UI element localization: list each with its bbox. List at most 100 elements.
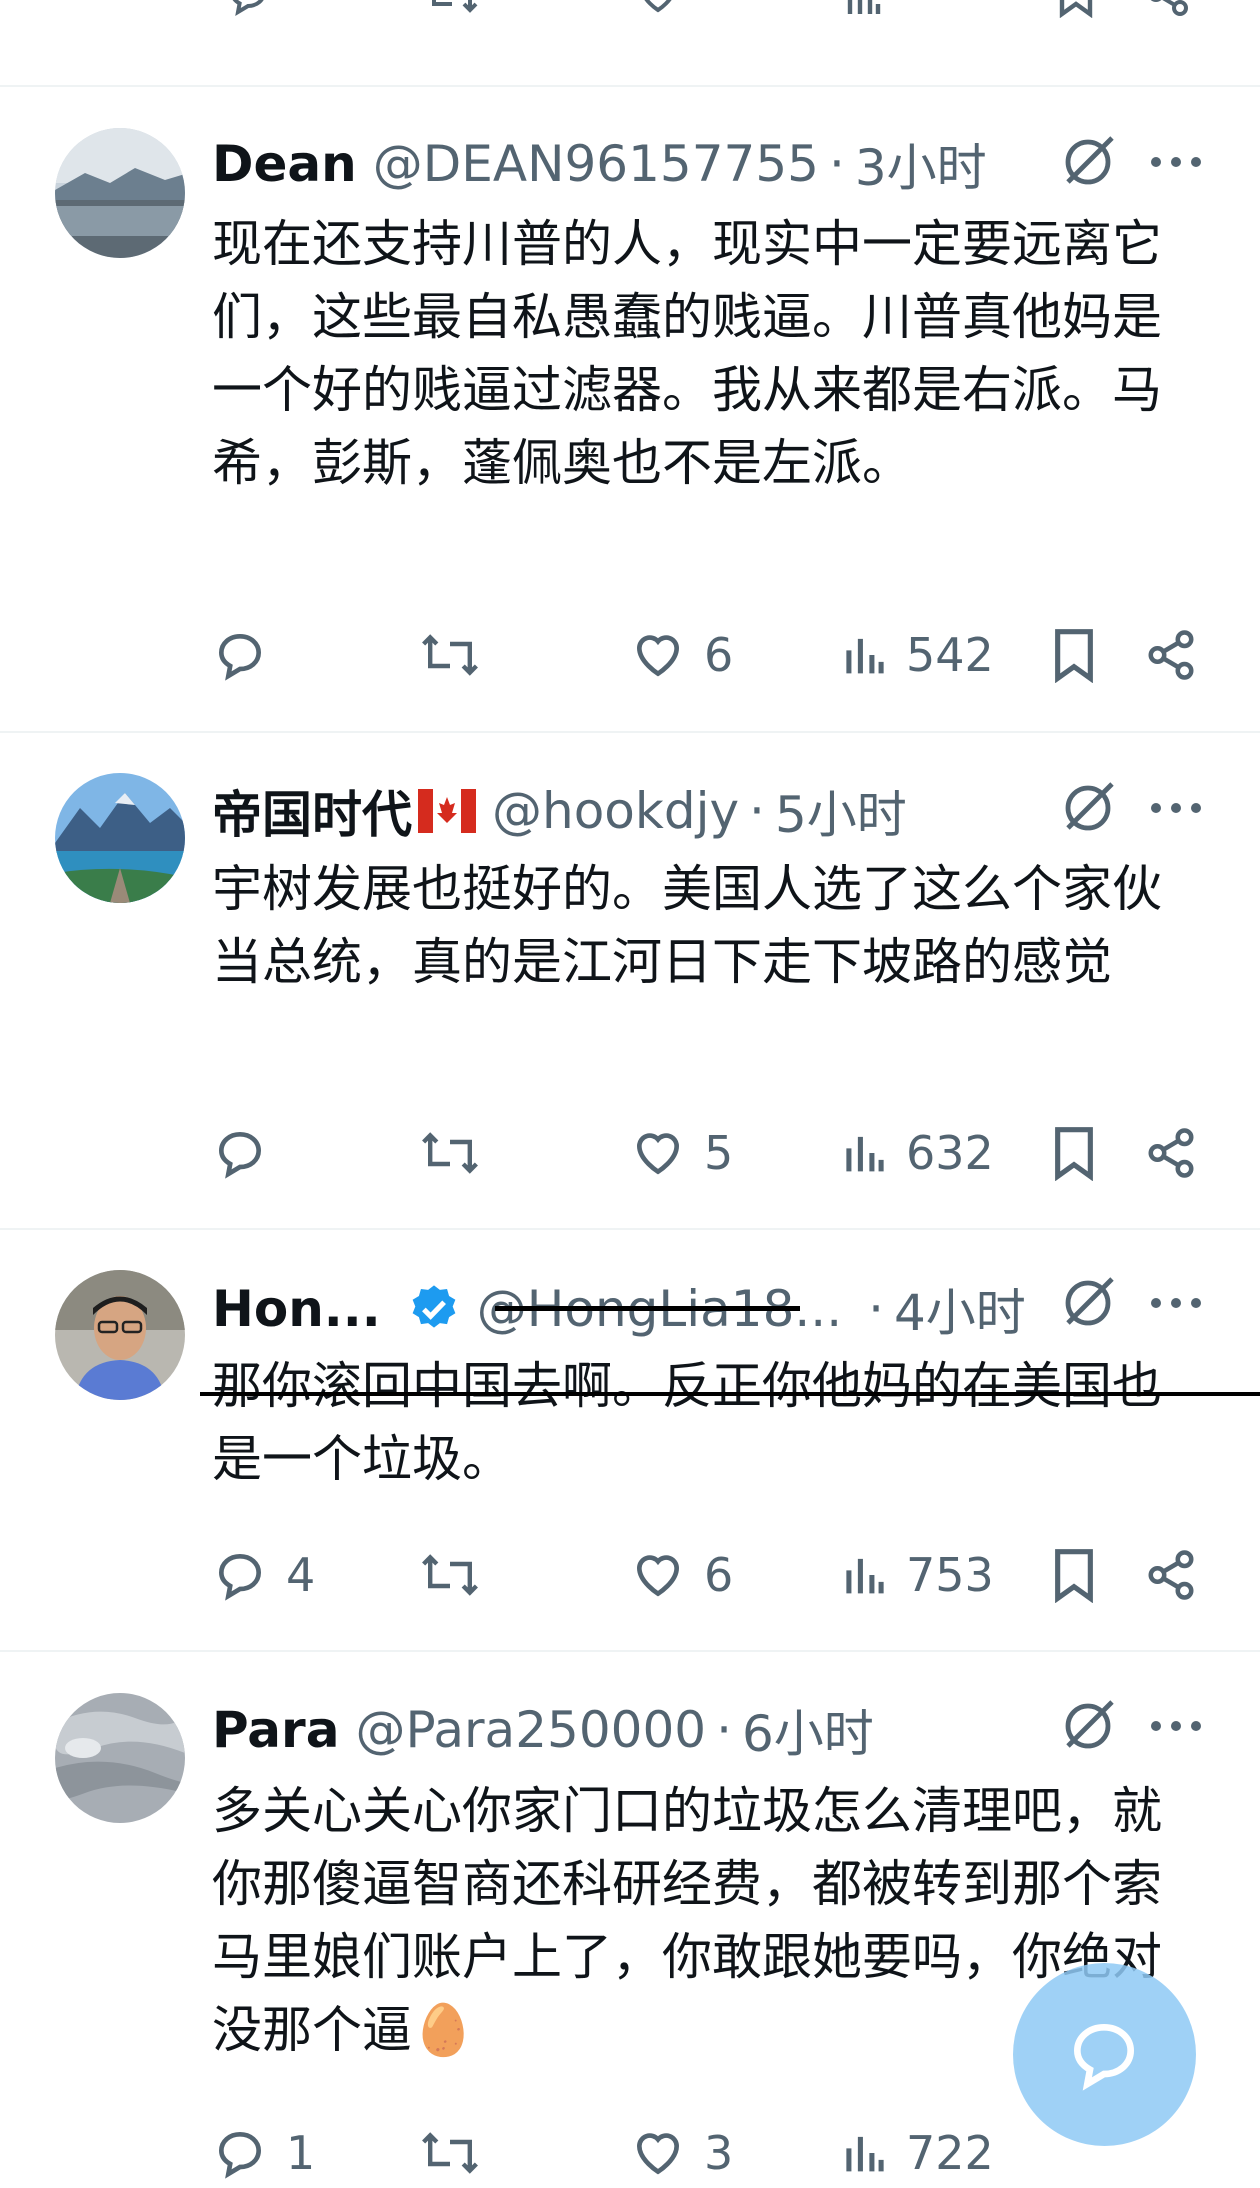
bookmark-icon[interactable] [1054,0,1098,18]
more-icon[interactable] [1148,1716,1204,1736]
tweet-text: 宇树发展也挺好的。美国人选了这么个家伙当总统，真的是江河日下走下坡路的感觉 [212,860,1162,991]
separator-dot: · [749,782,765,840]
tweet-actions: 4 6 753 [212,1540,1212,1610]
avatar[interactable] [55,1693,185,1823]
timestamp[interactable]: 4小时 [894,1273,1026,1345]
like-button[interactable]: 3 [630,2118,733,2188]
timestamp[interactable]: 5小时 [775,775,907,847]
grok-icon[interactable] [1058,778,1118,838]
like-icon [636,635,680,677]
views-icon [846,2136,884,2172]
bookmark-button[interactable] [1050,1118,1098,1188]
retweet-icon [422,1554,478,1596]
views-button[interactable]: 753 [842,1540,994,1610]
retweet-button[interactable] [417,1118,483,1188]
reply-button[interactable]: 1 [212,2118,315,2188]
view-count: 753 [906,1548,994,1602]
handle-redaction-mark [495,1306,800,1311]
reply-button[interactable] [212,620,268,690]
more-icon[interactable] [1148,798,1204,818]
bookmark-button[interactable] [1050,620,1098,690]
reply-icon[interactable] [224,0,272,18]
like-count: 3 [704,2126,734,2180]
like-count: 6 [704,1548,734,1602]
display-name[interactable]: Dean [212,135,357,193]
share-button[interactable] [1144,1118,1198,1188]
retweet-button[interactable] [417,1540,483,1610]
like-icon[interactable] [632,0,684,18]
views-button[interactable]: 722 [842,2118,994,2188]
views-icon[interactable] [844,0,884,18]
grok-icon[interactable] [1058,132,1118,192]
retweet-icon [422,634,478,676]
view-count: 722 [906,2126,994,2180]
flag-canada-icon [418,789,476,833]
retweet-icon[interactable] [422,0,482,18]
divider [0,85,1260,87]
like-button[interactable]: 6 [630,1540,733,1610]
share-button[interactable] [1144,1540,1198,1610]
previous-tweet-actions [212,0,1212,28]
separator-dot: · [716,1701,732,1759]
reply-icon [218,1131,262,1179]
like-button[interactable]: 6 [630,620,733,690]
divider [0,1228,1260,1230]
retweet-button[interactable] [417,2118,483,2188]
like-button[interactable]: 5 [630,1118,733,1188]
views-icon [846,1136,884,1172]
divider [0,731,1260,733]
retweet-icon [422,1132,478,1174]
retweet-button[interactable] [417,620,483,690]
strikethrough-line [200,1392,1260,1396]
like-count: 5 [704,1126,734,1180]
avatar[interactable] [55,773,185,903]
separator-dot: · [828,135,845,193]
reply-icon [218,2131,262,2179]
bookmark-icon [1055,1127,1093,1181]
handle[interactable]: @Para250000 [355,1701,706,1759]
handle[interactable]: @hookdjy [492,782,739,840]
display-name[interactable]: Para [212,1701,339,1759]
timestamp[interactable]: 6小时 [742,1694,874,1766]
compose-message-icon [1073,2023,1135,2091]
reply-icon [218,633,262,681]
views-icon [846,638,884,674]
more-icon[interactable] [1148,1293,1204,1313]
views-button[interactable]: 632 [842,1118,994,1188]
tweet-actions: 6 542 [212,620,1212,690]
divider [0,1650,1260,1652]
display-name[interactable]: Hon... [212,1280,381,1338]
tweet-text: 那你滚回中国去啊。反正你他妈的在美国也是一个垃圾。 [212,1357,1162,1488]
separator-dot: · [868,1280,884,1338]
avatar[interactable] [55,1270,185,1400]
share-button[interactable] [1144,620,1198,690]
views-button[interactable]: 542 [842,620,994,690]
more-icon[interactable] [1148,152,1204,172]
verified-icon [412,1285,456,1328]
reply-icon [218,1553,262,1601]
reply-count: 4 [286,1548,316,1602]
share-icon [1148,1550,1194,1600]
like-icon [636,1555,680,1597]
handle[interactable]: @DEAN96157755 [373,135,819,193]
views-icon [846,1558,884,1594]
retweet-icon [422,2132,478,2174]
tweet-actions: 5 632 [212,1118,1212,1188]
like-count: 6 [704,628,734,682]
grok-icon[interactable] [1058,1696,1118,1756]
tweet-text: 现在还支持川普的人，现实中一定要远离它们，这些最自私愚蠢的贱逼。川普真他妈是一个… [212,215,1162,492]
bookmark-button[interactable] [1050,1540,1098,1610]
compose-message-button[interactable] [1013,1963,1196,2146]
share-icon [1148,1128,1194,1178]
grok-icon[interactable] [1058,1273,1118,1333]
reply-button[interactable]: 4 [212,1540,315,1610]
avatar[interactable] [55,128,185,258]
reply-count: 1 [286,2126,316,2180]
timestamp[interactable]: 3小时 [855,128,987,200]
share-icon [1148,630,1194,680]
display-name[interactable]: 帝国时代 [212,775,412,847]
reply-button[interactable] [212,1118,268,1188]
share-icon[interactable] [1144,0,1192,18]
bookmark-icon [1055,1549,1093,1603]
like-icon [636,1133,680,1175]
